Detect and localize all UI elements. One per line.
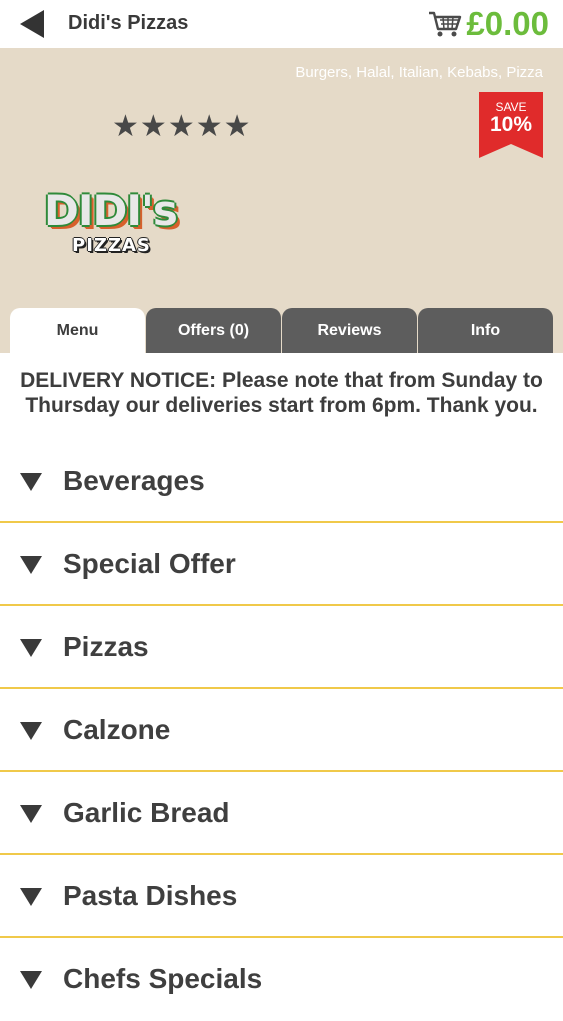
category-label: Pasta Dishes [63,880,238,911]
save-badge: SAVE 10% [479,92,543,158]
star-icon: ★ [112,110,139,143]
star-icon: ★ [223,110,251,143]
menu-category-calzone[interactable]: Calzone [0,689,563,772]
triangle-down-icon [20,556,42,574]
triangle-down-icon [20,722,42,740]
star-icon: ★ [167,110,195,143]
menu-category-garlic-bread[interactable]: Garlic Bread [0,772,563,855]
tab-menu[interactable]: Menu [10,308,145,353]
tab-offers[interactable]: Offers (0) [146,308,281,353]
triangle-down-icon [20,639,42,657]
tab-bar: Menu Offers (0) Reviews Info [0,308,563,353]
menu-category-list: Beverages Special Offer Pizzas Calzone G… [0,440,563,1021]
triangle-down-icon [20,805,42,823]
top-bar: Didi's Pizzas £0.00 [0,0,563,48]
page-title: Didi's Pizzas [68,12,189,34]
save-percent: 10% [489,113,533,136]
delivery-notice: DELIVERY NOTICE: Please note that from S… [20,369,543,417]
save-label: SAVE [495,100,527,114]
triangle-down-icon [20,971,42,989]
menu-category-beverages[interactable]: Beverages [0,440,563,523]
restaurant-logo: DIDI's PIZZAS [44,186,178,264]
category-label: Beverages [63,465,205,496]
menu-category-chefs-specials[interactable]: Chefs Specials [0,938,563,1021]
triangle-down-icon [20,888,42,906]
cart-button[interactable]: £0.00 [428,4,549,44]
menu-category-pizzas[interactable]: Pizzas [0,606,563,689]
cuisine-list: Burgers, Halal, Italian, Kebabs, Pizza [295,64,543,81]
back-button[interactable] [18,9,48,39]
category-label: Chefs Specials [63,963,263,994]
tab-info[interactable]: Info [418,308,553,353]
logo-subtitle: PIZZAS [72,235,151,256]
star-icon: ★ [195,110,223,143]
cart-total: £0.00 [466,5,549,42]
rating-stars: ★ ★ ★ ★ ★ [112,112,252,142]
menu-category-special-offer[interactable]: Special Offer [0,523,563,606]
menu-category-pasta-dishes[interactable]: Pasta Dishes [0,855,563,938]
shopping-cart-icon [429,11,462,37]
category-label: Pizzas [63,631,149,662]
category-label: Garlic Bread [63,797,230,828]
logo-wordmark: DIDI's [44,186,178,235]
category-label: Calzone [63,714,171,745]
triangle-down-icon [20,473,42,491]
star-icon: ★ [139,110,167,143]
category-label: Special Offer [63,548,236,579]
tab-reviews[interactable]: Reviews [282,308,417,353]
back-arrow-icon [20,10,44,38]
